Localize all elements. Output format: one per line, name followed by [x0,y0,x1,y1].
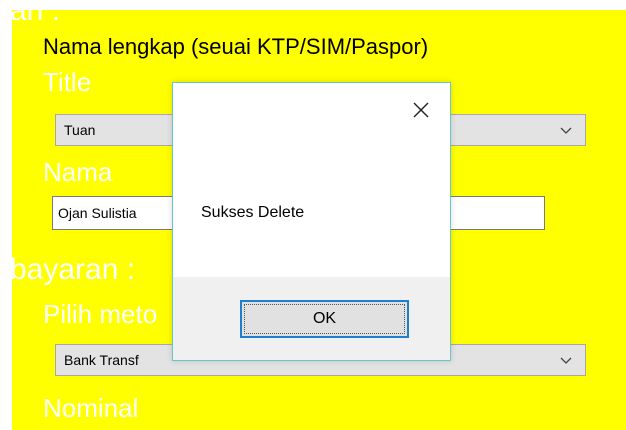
payment-method-label: Pilih meto [43,299,158,329]
message-dialog: Sukses Delete OK [172,82,451,361]
payment-method-value: Bank Transf [64,352,139,368]
dialog-footer: OK [173,277,450,360]
title-label: Title [43,67,92,97]
section-heading-payment: bayaran : [12,253,136,286]
chevron-down-icon [560,357,572,364]
full-name-hint: Nama lengkap (seuai KTP/SIM/Paspor) [43,34,429,59]
nominal-label: Nominal [43,393,139,423]
title-select-value: Tuan [64,122,96,138]
section-heading-personal: an : [12,10,61,27]
chevron-down-icon [560,127,572,134]
dialog-message: Sukses Delete [201,204,305,221]
name-label: Nama [43,157,113,187]
ok-button[interactable]: OK [240,300,409,338]
ok-button-label: OK [312,310,337,327]
close-icon[interactable] [410,99,432,121]
